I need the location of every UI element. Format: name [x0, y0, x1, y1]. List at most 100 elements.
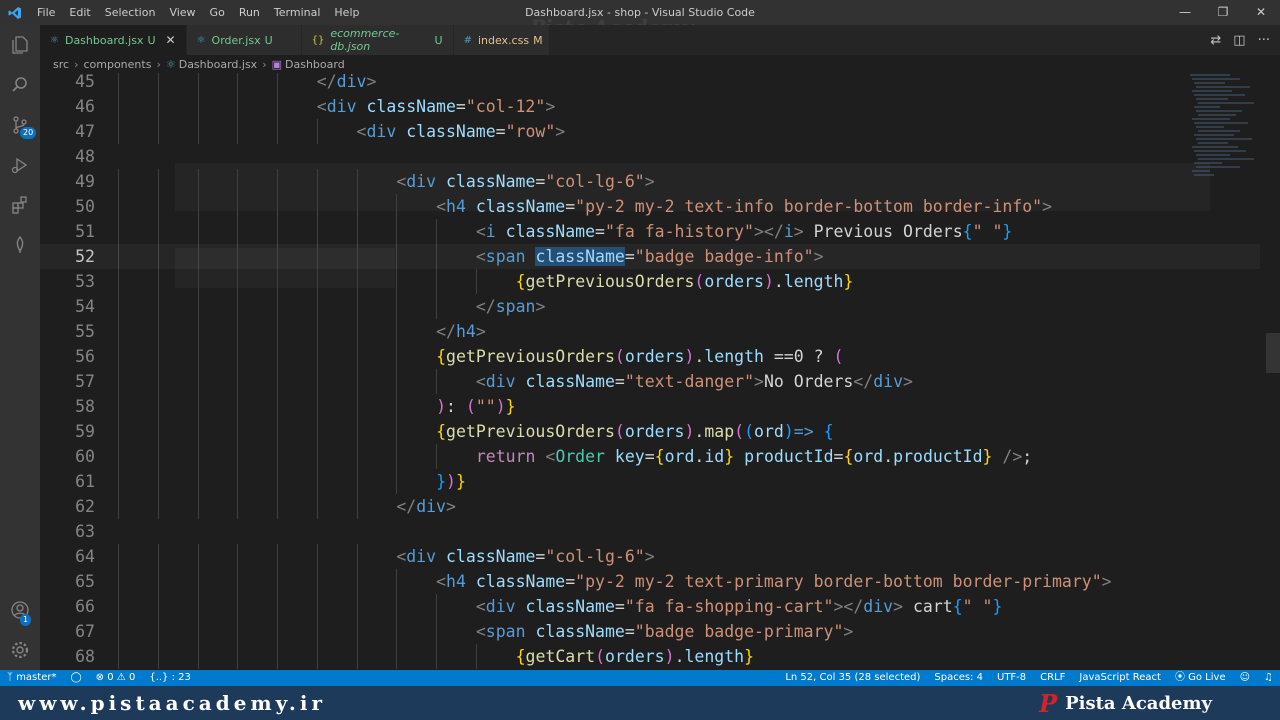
code-line[interactable]: 53 {getPreviousOrders(orders).length} [40, 269, 1260, 294]
menu-terminal[interactable]: Terminal [267, 0, 328, 25]
source-control-icon[interactable]: 20 [0, 105, 40, 145]
line-number: 53 [75, 272, 95, 291]
compare-changes-icon[interactable]: ⇄ [1210, 33, 1221, 48]
menu-selection[interactable]: Selection [98, 0, 163, 25]
maximize-icon[interactable]: ❐ [1204, 0, 1242, 25]
split-editor-icon[interactable]: ◫ [1233, 33, 1245, 48]
menu-run[interactable]: Run [232, 0, 267, 25]
indentation[interactable]: Spaces: 4 [927, 670, 990, 686]
line-number: 51 [75, 222, 95, 241]
run-debug-icon[interactable] [0, 145, 40, 185]
code-token: > [893, 597, 904, 616]
line-number: 45 [75, 73, 95, 91]
code-line[interactable]: 66 <div className="fa fa-shopping-cart"><… [40, 594, 1260, 619]
code-token: ></ [833, 597, 864, 616]
code-token: . [694, 347, 705, 366]
close-tab-icon[interactable]: ✕ [166, 33, 176, 47]
more-actions-icon[interactable]: ··· [1258, 33, 1270, 48]
code-line[interactable]: 62 </div> [40, 494, 1260, 519]
search-icon[interactable] [0, 65, 40, 105]
code-editor[interactable]: 45 </div> 46 <div className="col-12"> 47 <div… [40, 73, 1280, 670]
problems-indicator[interactable]: ⊗ 0 ⚠ 0 [89, 670, 143, 686]
code-token: = [614, 372, 625, 391]
code-text: return <Order key={ord.id} productId={or… [476, 444, 1032, 469]
sync-icon[interactable]: ◯ [63, 670, 88, 686]
close-window-icon[interactable]: ✕ [1242, 0, 1280, 25]
code-line[interactable]: 47 <div className="row"> [40, 119, 1260, 144]
tab-dashboard-jsx[interactable]: ⚛ Dashboard.jsx U ✕ [40, 25, 187, 55]
code-token: ( [694, 272, 705, 291]
line-number: 56 [75, 347, 95, 366]
code-line[interactable]: 61})} [40, 469, 1260, 494]
code-token: ) [436, 397, 447, 416]
end-of-line[interactable]: CRLF [1033, 670, 1072, 686]
go-live-label: Go Live [1188, 672, 1226, 683]
menu-help[interactable]: Help [327, 0, 366, 25]
code-token: < [396, 547, 407, 566]
code-token: className [525, 597, 615, 616]
menu-file[interactable]: File [30, 0, 62, 25]
code-token: = [565, 572, 576, 591]
minimize-icon[interactable]: — [1166, 0, 1204, 25]
line-number: 50 [75, 197, 95, 216]
menu-edit[interactable]: Edit [62, 0, 97, 25]
code-line[interactable]: 52 <span className="badge badge-info"> [40, 244, 1260, 269]
mongodb-icon[interactable] [0, 225, 40, 265]
code-line[interactable]: 58): ("")} [40, 394, 1260, 419]
feedback-icon[interactable]: ☺ [1233, 670, 1257, 686]
code-line[interactable]: 48 [40, 144, 1260, 169]
code-text: <span className="badge badge-primary"> [476, 619, 854, 644]
breadcrumb-symbol[interactable]: Dashboard [285, 58, 345, 71]
code-line[interactable]: 51 <i className="fa fa-history"></i> Prev… [40, 219, 1260, 244]
menu-go[interactable]: Go [203, 0, 232, 25]
tab-label: Order.jsx [211, 33, 261, 47]
code-line[interactable]: 46 <div className="col-12"> [40, 94, 1260, 119]
code-token: span [495, 297, 536, 316]
code-token: ) [763, 272, 774, 291]
breadcrumb-src[interactable]: src [53, 58, 69, 71]
language-mode[interactable]: JavaScript React [1072, 670, 1168, 686]
editor-scrollbar[interactable] [1266, 73, 1280, 670]
code-line[interactable]: 59 {getPreviousOrders(orders).map((ord)=>… [40, 419, 1260, 444]
menu-view[interactable]: View [162, 0, 202, 25]
code-token: map [704, 422, 735, 441]
scrollbar-thumb[interactable] [1266, 333, 1280, 373]
code-token: < [475, 622, 486, 641]
code-token: " " [972, 222, 1003, 241]
breadcrumb: src › components › ⚛ Dashboard.jsx › ▣ D… [40, 55, 1280, 73]
code-line[interactable]: 67 <span className="badge badge-primary"> [40, 619, 1260, 644]
explorer-icon[interactable] [0, 25, 40, 65]
code-token: orders [704, 272, 764, 291]
go-live-button[interactable]: ⦿ Go Live [1168, 670, 1233, 686]
code-line[interactable]: 54 </span> [40, 294, 1260, 319]
code-token: No Orders [763, 372, 854, 391]
breadcrumb-components[interactable]: components [83, 58, 151, 71]
code-line[interactable]: 65 <h4 className="py-2 my-2 text-primary … [40, 569, 1260, 594]
code-line[interactable]: 64 <div className="col-lg-6"> [40, 544, 1260, 569]
code-line[interactable]: 45 </div> [40, 73, 1260, 94]
tab-order-jsx[interactable]: ⚛ Order.jsx U [186, 25, 302, 55]
tab-ecommerce-db-json[interactable]: {} ecommerce-db.json U [301, 25, 454, 55]
code-line[interactable]: 49 <div className="col-lg-6"> [40, 169, 1260, 194]
selector-indicator[interactable]: {..} : 23 [142, 670, 198, 686]
code-line[interactable]: 55 </h4> [40, 319, 1260, 344]
account-icon[interactable]: 1 [0, 590, 40, 630]
code-token: = [624, 247, 635, 266]
code-line[interactable]: 68 {getCart(orders).length} [40, 644, 1260, 669]
cursor-position[interactable]: Ln 52, Col 35 (28 selected) [778, 670, 927, 686]
code-line[interactable]: 56 {getPreviousOrders(orders).length ==0 … [40, 344, 1260, 369]
settings-gear-icon[interactable] [0, 630, 40, 670]
code-line[interactable]: 50 <h4 className="py-2 my-2 text-info bor… [40, 194, 1260, 219]
code-line[interactable]: 63 [40, 519, 1260, 544]
breadcrumb-file[interactable]: Dashboard.jsx [179, 58, 257, 71]
code-line[interactable]: 60 return <Order key={ord.id} productId={… [40, 444, 1260, 469]
react-icon: ⚛ [165, 57, 176, 71]
branch-indicator[interactable]: ᛉ master* [0, 670, 63, 686]
notifications-bell-icon[interactable]: ♫ [1257, 670, 1280, 686]
code-line[interactable]: 57 <div className="text-danger">No Orders… [40, 369, 1260, 394]
code-token: > [1101, 572, 1112, 591]
extensions-icon[interactable] [0, 185, 40, 225]
tab-index-css[interactable]: # index.css M [453, 25, 550, 55]
encoding[interactable]: UTF-8 [990, 670, 1033, 686]
